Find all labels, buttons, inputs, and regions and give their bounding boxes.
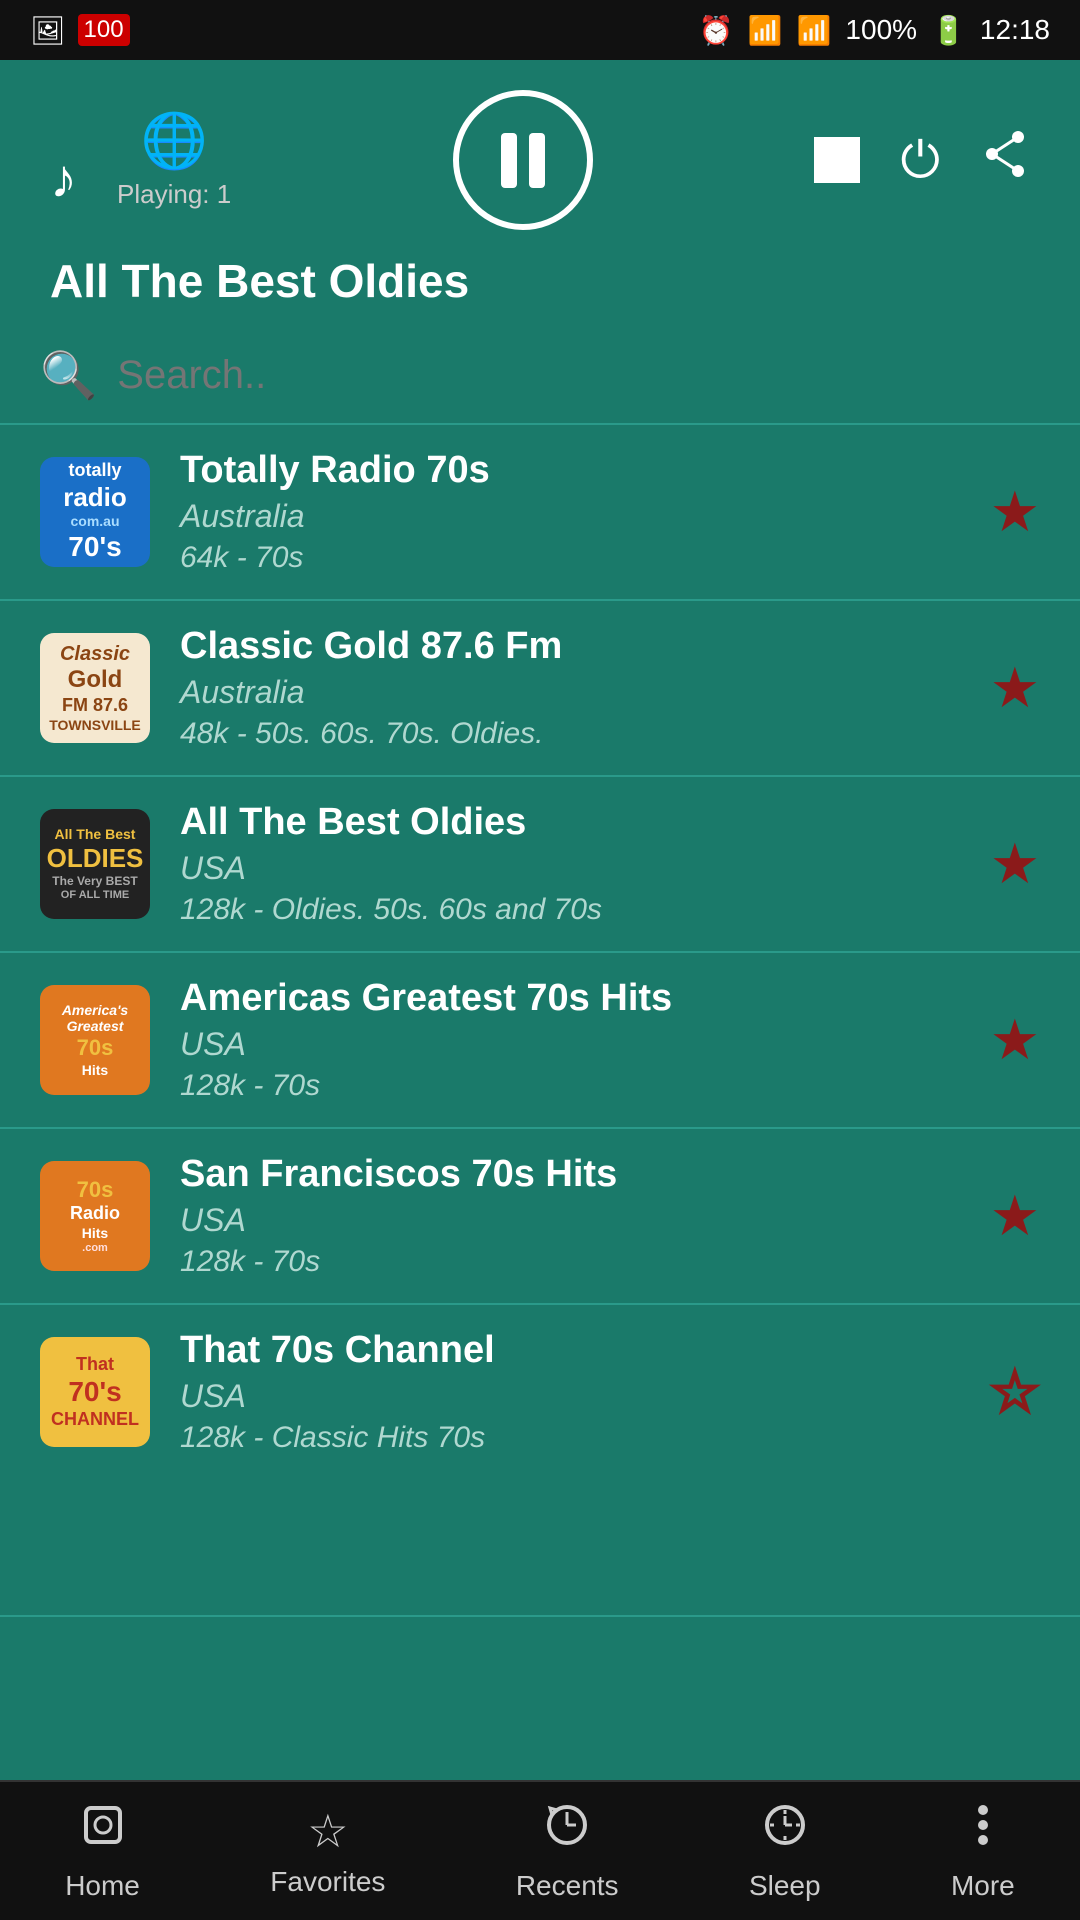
search-input[interactable] bbox=[117, 353, 1040, 398]
nav-label-sleep: Sleep bbox=[749, 1870, 821, 1902]
recents-icon bbox=[542, 1800, 592, 1862]
station-country-4: USA bbox=[180, 1026, 960, 1063]
player-left-icons: ♪ 🌐 Playing: 1 bbox=[50, 110, 231, 210]
station-details-5: 128k - 70s bbox=[180, 1245, 960, 1279]
list-item[interactable]: totally radio com.au 70's Totally Radio … bbox=[0, 425, 1080, 601]
list-item[interactable]: All The Best OLDIES The Very BEST OF ALL… bbox=[0, 777, 1080, 953]
nav-label-more: More bbox=[951, 1870, 1015, 1902]
music-icon-group: ♪ bbox=[50, 148, 77, 210]
station-info-6: That 70s Channel USA 128k - Classic Hits… bbox=[180, 1329, 960, 1455]
station-details-4: 128k - 70s bbox=[180, 1069, 960, 1103]
station-info-4: Americas Greatest 70s Hits USA 128k - 70… bbox=[180, 977, 960, 1103]
nav-item-more[interactable]: More bbox=[951, 1800, 1015, 1902]
station-info-5: San Franciscos 70s Hits USA 128k - 70s bbox=[180, 1153, 960, 1279]
battery-icon: 🔋 bbox=[931, 14, 966, 47]
image-icon: 🖼 bbox=[30, 14, 66, 47]
station-name-5: San Franciscos 70s Hits bbox=[180, 1153, 960, 1196]
player-controls-row: ♪ 🌐 Playing: 1 ⏻ bbox=[50, 90, 1030, 230]
share-icon[interactable] bbox=[980, 129, 1030, 191]
station-details-6: 128k - Classic Hits 70s bbox=[180, 1421, 960, 1455]
battery-label: 100% bbox=[845, 14, 917, 46]
station-name-1: Totally Radio 70s bbox=[180, 449, 960, 492]
power-icon[interactable]: ⏻ bbox=[900, 131, 940, 190]
time-label: 12:18 bbox=[980, 14, 1050, 46]
stop-icon bbox=[814, 137, 860, 183]
list-item[interactable]: America's Greatest 70s Hits Americas Gre… bbox=[0, 953, 1080, 1129]
now-playing-title: All The Best Oldies bbox=[50, 254, 1030, 308]
nav-label-home: Home bbox=[65, 1870, 140, 1902]
globe-icon-group[interactable]: 🌐 Playing: 1 bbox=[117, 110, 231, 210]
station-info-2: Classic Gold 87.6 Fm Australia 48k - 50s… bbox=[180, 625, 960, 751]
status-bar-right: ⏰ 📶 📶 100% 🔋 12:18 bbox=[699, 14, 1050, 47]
pause-bar-left bbox=[501, 133, 517, 188]
nav-item-home[interactable]: Home bbox=[65, 1800, 140, 1902]
station-list: totally radio com.au 70's Totally Radio … bbox=[0, 425, 1080, 1617]
pause-button[interactable] bbox=[453, 90, 593, 230]
status-bar-left: 🖼 100 bbox=[30, 14, 130, 47]
station-name-4: Americas Greatest 70s Hits bbox=[180, 977, 960, 1020]
station-logo-6: That 70's CHANNEL bbox=[40, 1337, 150, 1447]
alarm-icon: ⏰ bbox=[699, 14, 734, 47]
station-logo-4: America's Greatest 70s Hits bbox=[40, 985, 150, 1095]
nav-item-favorites[interactable]: ☆ Favorites bbox=[270, 1804, 385, 1898]
nav-label-favorites: Favorites bbox=[270, 1866, 385, 1898]
station-details-3: 128k - Oldies. 50s. 60s and 70s bbox=[180, 893, 960, 927]
wifi-icon: 📶 bbox=[748, 14, 783, 47]
favorite-button-2[interactable]: ★ bbox=[990, 655, 1040, 721]
search-icon: 🔍 bbox=[40, 348, 97, 403]
favorite-button-3[interactable]: ★ bbox=[990, 831, 1040, 897]
station-logo-5: 70s Radio Hits .com bbox=[40, 1161, 150, 1271]
list-item[interactable]: 70s Radio Hits .com San Franciscos 70s H… bbox=[0, 1129, 1080, 1305]
favorite-button-6[interactable]: ☆ bbox=[990, 1359, 1040, 1425]
stop-button[interactable] bbox=[814, 137, 860, 183]
station-country-6: USA bbox=[180, 1378, 960, 1415]
station-logo-1: totally radio com.au 70's bbox=[40, 457, 150, 567]
pause-icon bbox=[501, 133, 545, 188]
pause-bar-right bbox=[529, 133, 545, 188]
playing-label: Playing: 1 bbox=[117, 179, 231, 210]
list-item[interactable]: Classic Gold FM 87.6 TOWNSVILLE Classic … bbox=[0, 601, 1080, 777]
station-details-1: 64k - 70s bbox=[180, 541, 960, 575]
nav-item-sleep[interactable]: Sleep bbox=[749, 1800, 821, 1902]
bottom-nav: Home ☆ Favorites Recents bbox=[0, 1780, 1080, 1920]
station-info-1: Totally Radio 70s Australia 64k - 70s bbox=[180, 449, 960, 575]
station-logo-3: All The Best OLDIES The Very BEST OF ALL… bbox=[40, 809, 150, 919]
status-bar: 🖼 100 ⏰ 📶 📶 100% 🔋 12:18 bbox=[0, 0, 1080, 60]
player-right-icons: ⏻ bbox=[814, 129, 1030, 191]
station-name-3: All The Best Oldies bbox=[180, 801, 960, 844]
nav-item-recents[interactable]: Recents bbox=[516, 1800, 619, 1902]
nav-label-recents: Recents bbox=[516, 1870, 619, 1902]
home-icon bbox=[78, 1800, 128, 1862]
station-name-6: That 70s Channel bbox=[180, 1329, 960, 1372]
player-header: ♪ 🌐 Playing: 1 ⏻ bbox=[0, 60, 1080, 328]
station-info-3: All The Best Oldies USA 128k - Oldies. 5… bbox=[180, 801, 960, 927]
sleep-icon bbox=[760, 1800, 810, 1862]
station-logo-2: Classic Gold FM 87.6 TOWNSVILLE bbox=[40, 633, 150, 743]
app-icon: 100 bbox=[78, 14, 130, 46]
station-country-1: Australia bbox=[180, 498, 960, 535]
station-country-3: USA bbox=[180, 850, 960, 887]
globe-icon: 🌐 bbox=[140, 110, 207, 173]
list-item[interactable]: That 70's CHANNEL That 70s Channel USA 1… bbox=[0, 1305, 1080, 1617]
favorite-button-1[interactable]: ★ bbox=[990, 479, 1040, 545]
station-country-5: USA bbox=[180, 1202, 960, 1239]
music-note-icon: ♪ bbox=[50, 148, 77, 210]
search-container: 🔍 bbox=[0, 328, 1080, 425]
favorite-button-4[interactable]: ★ bbox=[990, 1007, 1040, 1073]
station-details-2: 48k - 50s. 60s. 70s. Oldies. bbox=[180, 717, 960, 751]
station-name-2: Classic Gold 87.6 Fm bbox=[180, 625, 960, 668]
favorite-button-5[interactable]: ★ bbox=[990, 1183, 1040, 1249]
favorites-icon: ☆ bbox=[307, 1804, 348, 1858]
more-icon bbox=[958, 1800, 1008, 1862]
signal-icon: 📶 bbox=[797, 14, 832, 47]
station-country-2: Australia bbox=[180, 674, 960, 711]
